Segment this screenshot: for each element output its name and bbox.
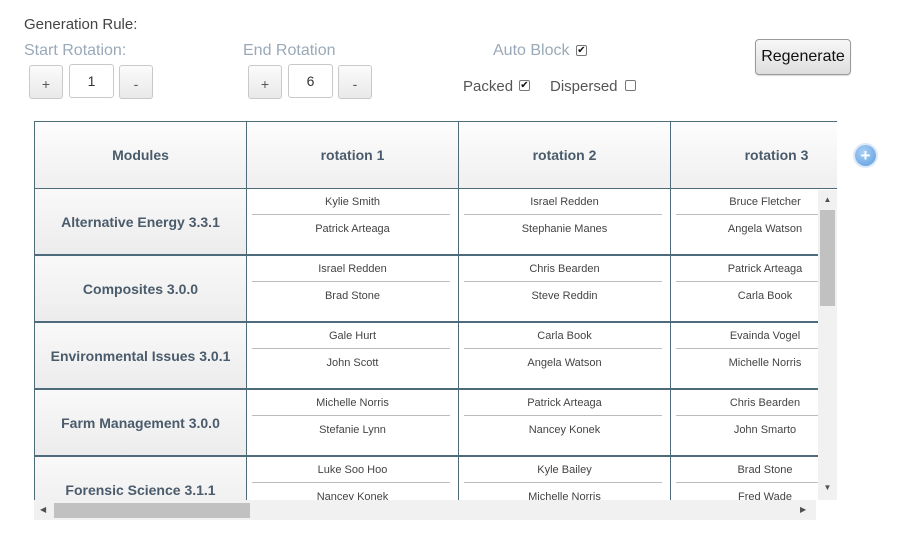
- assignment-cell[interactable]: Patrick Arteaga Carla Book: [670, 255, 837, 322]
- assignee-name: Chris Bearden: [729, 397, 801, 409]
- cell-divider: [464, 214, 662, 215]
- generation-rule-label: Generation Rule:: [24, 16, 138, 33]
- cell-divider: [464, 415, 662, 416]
- regenerate-button[interactable]: Regenerate: [755, 39, 851, 75]
- header-rotation-3: rotation 3: [670, 121, 837, 189]
- assignment-cell[interactable]: Evainda Vogel Michelle Norris: [670, 322, 837, 389]
- assignee-name: Stefanie Lynn: [319, 424, 386, 436]
- assignee-name: Kyle Bailey: [537, 464, 592, 476]
- assignment-cell[interactable]: Chris Bearden John Smarto: [670, 389, 837, 456]
- assignee-name: Israel Redden: [530, 196, 599, 208]
- assignment-cell[interactable]: Carla Book Angela Watson: [458, 322, 671, 389]
- assignment-cell[interactable]: Brad Stone Fred Wade: [670, 456, 837, 500]
- assignee-name: Michelle Norris: [728, 357, 802, 369]
- assignee-name: Brad Stone: [324, 290, 381, 302]
- dispersed-label: Dispersed: [550, 78, 618, 95]
- cell-divider: [676, 482, 837, 483]
- cell-divider: [676, 281, 837, 282]
- assignee-name: Nancey Konek: [316, 491, 389, 500]
- scroll-left-arrow-icon[interactable]: ◀: [40, 505, 46, 514]
- assignment-cell[interactable]: Patrick Arteaga Nancey Konek: [458, 389, 671, 456]
- start-rotation-input[interactable]: [69, 64, 114, 98]
- cell-divider: [252, 281, 450, 282]
- assignee-name: Israel Redden: [318, 263, 387, 275]
- module-cell: Environmental Issues 3.0.1: [34, 322, 247, 389]
- cell-divider: [676, 415, 837, 416]
- assignee-name: Stephanie Manes: [521, 223, 608, 235]
- assignment-cell[interactable]: Israel Redden Stephanie Manes: [458, 188, 671, 255]
- assignee-name: Luke Soo Hoo: [317, 464, 388, 476]
- assignee-name: Patrick Arteaga: [315, 223, 390, 235]
- module-cell: Farm Management 3.0.0: [34, 389, 247, 456]
- module-cell: Forensic Science 3.1.1: [34, 456, 247, 500]
- end-rotation-label: End Rotation: [243, 42, 336, 59]
- cell-divider: [464, 281, 662, 282]
- packed-label: Packed: [463, 78, 514, 95]
- vertical-scrollbar[interactable]: ▲ ▼: [818, 190, 837, 500]
- cell-divider: [252, 415, 450, 416]
- header-rotation-1: rotation 1: [246, 121, 459, 189]
- assignee-name: Nancey Konek: [528, 424, 601, 436]
- assignee-name: Steve Reddin: [531, 290, 598, 302]
- horizontal-scrollbar[interactable]: ◀ ▶: [34, 500, 816, 520]
- assignee-name: Carla Book: [537, 330, 592, 342]
- packed-checkbox[interactable]: ✔: [519, 80, 530, 91]
- end-rotation-minus-button[interactable]: -: [338, 65, 372, 99]
- assignment-cell[interactable]: Luke Soo Hoo Nancey Konek: [246, 456, 459, 500]
- cell-divider: [676, 348, 837, 349]
- assignment-cell[interactable]: Bruce Fletcher Angela Watson: [670, 188, 837, 255]
- start-rotation-plus-button[interactable]: +: [29, 65, 63, 99]
- cell-divider: [464, 482, 662, 483]
- assignee-name: Patrick Arteaga: [527, 397, 602, 409]
- cell-divider: [252, 348, 450, 349]
- end-rotation-input[interactable]: [288, 64, 333, 98]
- assignee-name: Fred Wade: [737, 491, 792, 500]
- module-cell: Composites 3.0.0: [34, 255, 247, 322]
- assignee-name: Gale Hurt: [328, 330, 377, 342]
- cell-divider: [676, 214, 837, 215]
- start-rotation-label: Start Rotation:: [24, 42, 127, 59]
- assignee-name: Carla Book: [737, 290, 793, 302]
- cell-divider: [252, 482, 450, 483]
- assignment-cell[interactable]: Israel Redden Brad Stone: [246, 255, 459, 322]
- scroll-right-arrow-icon[interactable]: ▶: [800, 505, 806, 514]
- cell-divider: [464, 348, 662, 349]
- module-cell: Alternative Energy 3.3.1: [34, 188, 247, 255]
- assignee-name: Brad Stone: [737, 464, 793, 476]
- assignment-cell[interactable]: Michelle Norris Stefanie Lynn: [246, 389, 459, 456]
- assignee-name: Kylie Smith: [324, 196, 381, 208]
- end-rotation-plus-button[interactable]: +: [248, 65, 282, 99]
- auto-block-label: Auto Block: [493, 42, 570, 59]
- vertical-scroll-thumb[interactable]: [820, 210, 835, 306]
- assignee-name: Bruce Fletcher: [729, 196, 801, 208]
- start-rotation-minus-button[interactable]: -: [119, 65, 153, 99]
- assignment-cell[interactable]: Kylie Smith Patrick Arteaga: [246, 188, 459, 255]
- assignee-name: Evainda Vogel: [729, 330, 801, 342]
- horizontal-scroll-thumb[interactable]: [54, 503, 250, 518]
- assignment-cell[interactable]: Gale Hurt John Scott: [246, 322, 459, 389]
- assignee-name: Angela Watson: [527, 357, 602, 369]
- schedule-table: Modules rotation 1 rotation 2 rotation 3…: [34, 121, 837, 500]
- assignment-cell[interactable]: Chris Bearden Steve Reddin: [458, 255, 671, 322]
- auto-block-checkbox[interactable]: ✔: [576, 45, 587, 56]
- assignment-cell[interactable]: Kyle Bailey Michelle Norris: [458, 456, 671, 500]
- assignee-name: Patrick Arteaga: [727, 263, 803, 275]
- assignee-name: Angela Watson: [727, 223, 803, 235]
- header-rotation-2: rotation 2: [458, 121, 671, 189]
- assignee-name: John Scott: [326, 357, 379, 369]
- plus-circle-icon[interactable]: +: [855, 145, 876, 166]
- dispersed-checkbox[interactable]: [625, 80, 636, 91]
- assignee-name: John Smarto: [733, 424, 797, 436]
- assignee-name: Michelle Norris: [528, 491, 601, 500]
- assignee-name: Michelle Norris: [316, 397, 389, 409]
- scroll-up-arrow-icon[interactable]: ▲: [818, 195, 837, 204]
- header-modules: Modules: [34, 121, 247, 189]
- cell-divider: [252, 214, 450, 215]
- assignee-name: Chris Bearden: [529, 263, 600, 275]
- scroll-down-arrow-icon[interactable]: ▼: [818, 483, 837, 492]
